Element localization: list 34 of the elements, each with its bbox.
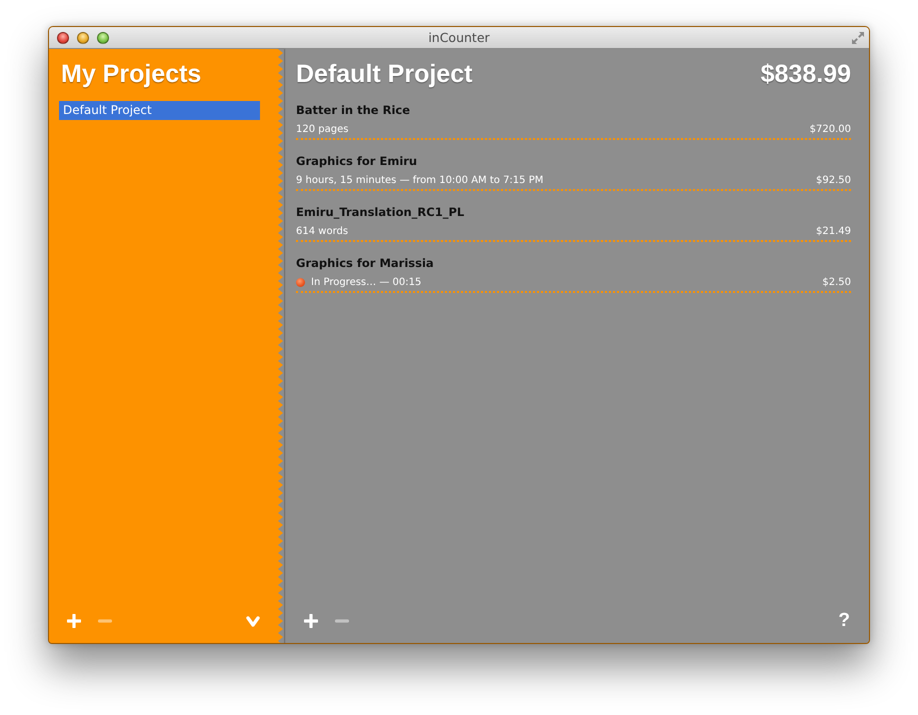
- entry-name: Graphics for Emiru: [296, 154, 418, 168]
- entry-row[interactable]: Batter in the Rice 120 pages $720.00: [296, 101, 851, 140]
- menu-button[interactable]: [246, 616, 260, 626]
- help-button[interactable]: ?: [837, 611, 851, 631]
- entry-amount: $21.49: [816, 225, 851, 239]
- entry-amount: $92.50: [816, 174, 851, 188]
- close-icon[interactable]: [57, 32, 69, 44]
- entry-detail: 120 pages: [296, 123, 348, 137]
- entry-row[interactable]: Graphics for Marissia In Progress… — 00:15 $2.50: [296, 254, 851, 293]
- entry-row[interactable]: Emiru_Translation_RC1_PL 614 words $21.49: [296, 203, 851, 242]
- add-button[interactable]: [304, 614, 318, 628]
- entry-name: Emiru_Translation_RC1_PL: [296, 205, 464, 219]
- entry-detail: 9 hours, 15 minutes — from 10:00 AM to 7:15 PM: [296, 174, 544, 188]
- plus-icon: [67, 614, 81, 628]
- zoom-icon[interactable]: [97, 32, 109, 44]
- project-title: Default Project: [296, 59, 472, 90]
- entry-detail: In Progress… — 00:15: [311, 276, 422, 290]
- project-total: $838.99: [760, 59, 851, 90]
- entry-amount: $720.00: [810, 123, 851, 137]
- add-button[interactable]: [67, 614, 81, 628]
- entry-row[interactable]: Graphics for Emiru 9 hours, 15 minutes — from 10:00 AM to 7:15 PM $92.50: [296, 152, 851, 191]
- chevron-down-icon: [246, 616, 260, 626]
- minus-icon: [335, 619, 349, 623]
- minus-icon: [98, 619, 112, 623]
- entry-name: Graphics for Marissia: [296, 256, 434, 270]
- project-item[interactable]: Default Project: [59, 101, 260, 120]
- fullscreen-icon[interactable]: [851, 31, 865, 45]
- entry-amount: $2.50: [822, 276, 851, 290]
- entry-name: Batter in the Rice: [296, 103, 410, 117]
- minimize-icon[interactable]: [77, 32, 89, 44]
- plus-icon: [304, 614, 318, 628]
- window-title: inCounter: [428, 30, 490, 45]
- sidebar-title: My Projects: [60, 59, 202, 90]
- entry-detail: 614 words: [296, 225, 348, 239]
